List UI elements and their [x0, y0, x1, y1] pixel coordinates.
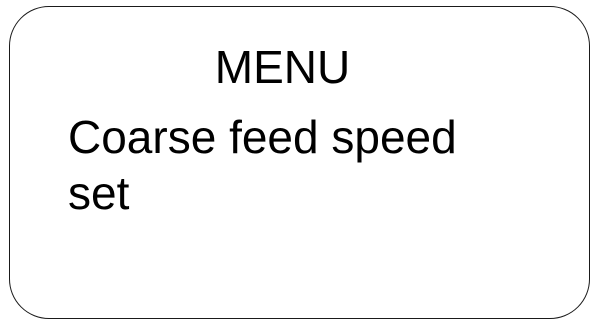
menu-title: MENU [214, 41, 351, 93]
menu-item-line-2: set [68, 167, 130, 219]
lcd-display: MENU Coarse feed speed set [9, 6, 590, 319]
menu-item-text: Coarse feed speed set [68, 109, 568, 221]
menu-item-line-1: Coarse feed speed [68, 111, 457, 163]
